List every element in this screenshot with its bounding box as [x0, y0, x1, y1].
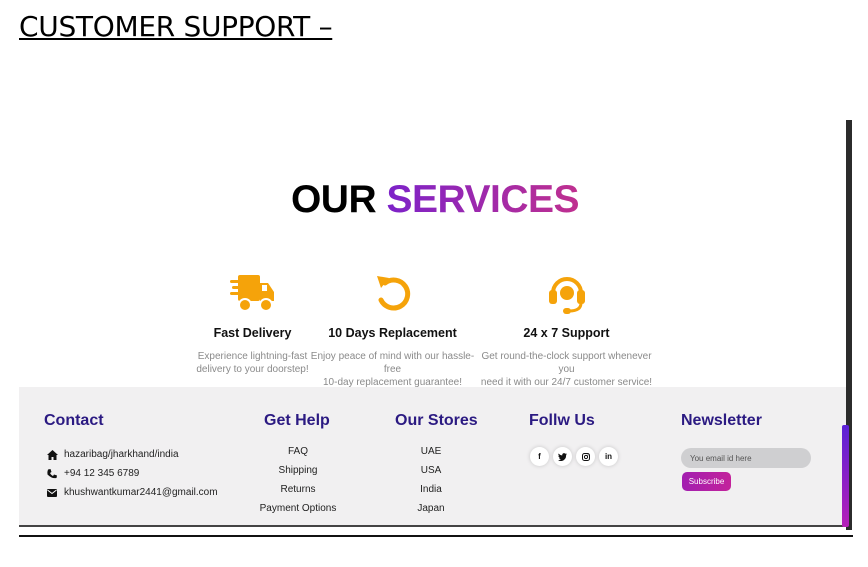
- contact-email-text: khushwantkumar2441@gmail.com: [64, 487, 218, 498]
- contact-phone-text: +94 12 345 6789: [64, 468, 140, 479]
- phone-icon: [47, 468, 64, 479]
- help-link-returns[interactable]: Returns: [258, 483, 338, 502]
- website-screenshot: OUR SERVICES Fast Delivery Experience li…: [19, 120, 851, 530]
- contact-address-text: hazaribag/jharkhand/india: [64, 449, 179, 460]
- contact-title: Contact: [44, 412, 104, 429]
- get-help-title: Get Help: [264, 412, 330, 429]
- contact-list: hazaribag/jharkhand/india +94 12 345 678…: [47, 445, 218, 502]
- home-icon: [47, 449, 64, 460]
- facebook-icon[interactable]: f: [530, 447, 549, 466]
- help-link-shipping[interactable]: Shipping: [258, 464, 338, 483]
- help-link-payment-options[interactable]: Payment Options: [258, 502, 338, 521]
- get-help-links: FAQ Shipping Returns Payment Options: [258, 445, 338, 521]
- contact-address: hazaribag/jharkhand/india: [47, 445, 218, 464]
- services-title-part1: OUR: [290, 178, 377, 221]
- replacement-arrow-icon: [305, 270, 480, 316]
- follow-us-title: Follw Us: [529, 412, 595, 429]
- instagram-icon[interactable]: [576, 447, 595, 466]
- bottom-rule: [19, 535, 853, 537]
- service-support: 24 x 7 Support Get round-the-clock suppo…: [479, 270, 654, 389]
- newsletter-title: Newsletter: [681, 412, 762, 429]
- site-footer: Contact Get Help Our Stores Follw Us New…: [19, 387, 846, 527]
- store-link-uae[interactable]: UAE: [406, 445, 456, 464]
- services-title: OUR SERVICES: [19, 178, 851, 222]
- store-link-usa[interactable]: USA: [406, 464, 456, 483]
- linkedin-icon[interactable]: in: [599, 447, 618, 466]
- subscribe-button[interactable]: Subscribe: [682, 472, 731, 491]
- headset-icon: [479, 270, 654, 316]
- document-heading: CUSTOMER SUPPORT –: [19, 10, 333, 43]
- services-title-part2: SERVICES: [386, 178, 580, 221]
- help-link-faq[interactable]: FAQ: [258, 445, 338, 464]
- our-stores-title: Our Stores: [395, 412, 478, 429]
- envelope-icon: [47, 488, 64, 497]
- service-description: Enjoy peace of mind with our hassle-free…: [310, 351, 475, 388]
- service-title: 10 Days Replacement: [328, 326, 457, 340]
- service-replacement: 10 Days Replacement Enjoy peace of mind …: [305, 270, 480, 389]
- newsletter-email-input[interactable]: [681, 448, 811, 468]
- service-title: 24 x 7 Support: [523, 326, 610, 340]
- contact-phone: +94 12 345 6789: [47, 464, 218, 483]
- store-link-japan[interactable]: Japan: [406, 502, 456, 521]
- store-links: UAE USA India Japan: [406, 445, 456, 521]
- scrollbar-thumb[interactable]: [842, 425, 849, 527]
- twitter-icon[interactable]: [553, 447, 572, 466]
- service-description: Get round-the-clock support whenever you…: [480, 351, 653, 388]
- social-links: f in: [530, 447, 618, 466]
- contact-email: khushwantkumar2441@gmail.com: [47, 483, 218, 502]
- store-link-india[interactable]: India: [406, 483, 456, 502]
